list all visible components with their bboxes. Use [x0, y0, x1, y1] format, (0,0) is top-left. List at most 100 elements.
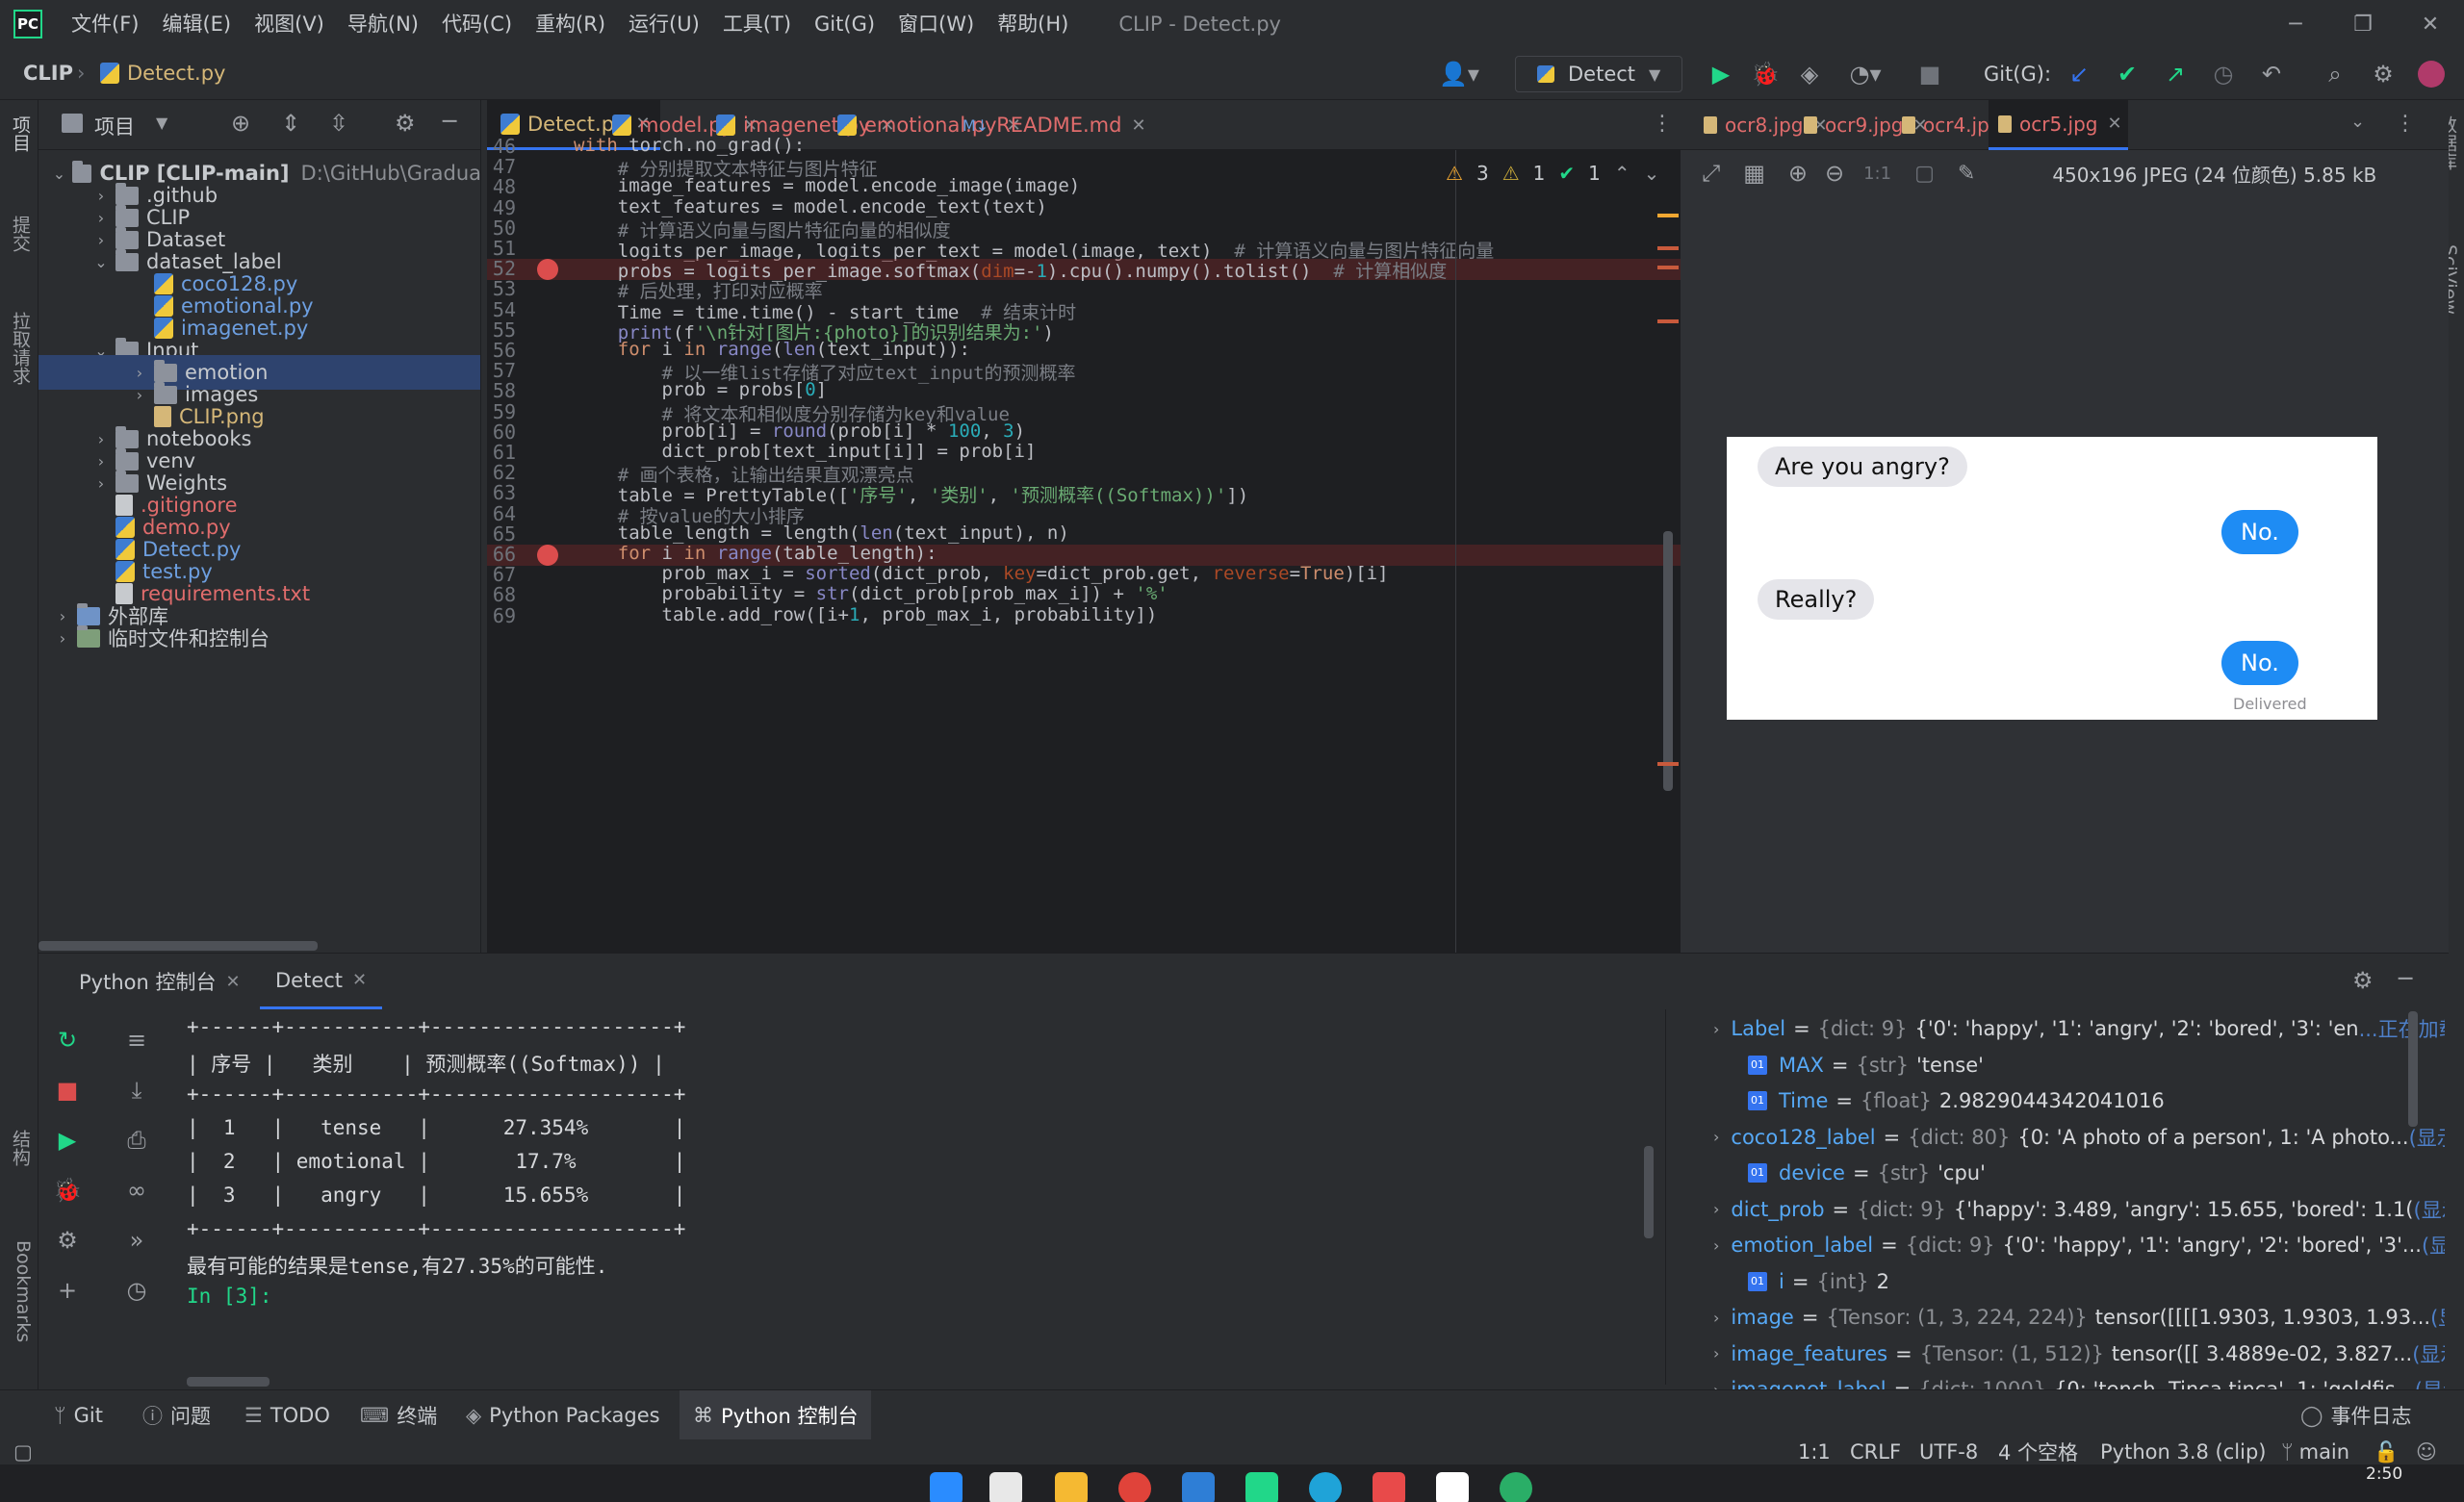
chevron-down-icon[interactable]: ⌄ [2350, 112, 2365, 132]
error-marker[interactable] [1657, 266, 1679, 269]
menu-item[interactable]: 编辑(E) [150, 0, 243, 48]
avatar[interactable] [2414, 56, 2449, 92]
error-marker[interactable] [1657, 246, 1679, 250]
run-config-selector[interactable]: Detect ▼ [1515, 56, 1682, 92]
vertical-scrollbar[interactable] [1663, 531, 1673, 791]
toggle-tool-windows-icon[interactable]: ▢ [13, 1439, 33, 1464]
close-tab-icon[interactable]: ✕ [352, 970, 367, 990]
user-icon[interactable]: 👤▾ [1430, 56, 1488, 92]
project-panel-title[interactable]: 项目 [94, 112, 135, 140]
background-icon[interactable]: ▢ [1914, 162, 1935, 186]
variable-show-link[interactable]: (显示) [2412, 1339, 2445, 1368]
breadcrumb-file[interactable]: Detect.py [96, 62, 225, 85]
pycharm-taskbar-icon[interactable] [1245, 1472, 1278, 1502]
tree-item[interactable]: › 临时文件和控制台 [38, 621, 480, 655]
variable-show-link[interactable]: (显示) [2430, 1303, 2445, 1332]
interpreter-selector[interactable]: Python 3.8 (clip) [2100, 1439, 2266, 1464]
git-commit-icon[interactable]: ✔ [2110, 56, 2144, 92]
zoom-in-icon[interactable]: ⊕ [1788, 160, 1808, 187]
rollback-icon[interactable]: ↶ [2254, 56, 2289, 92]
git-push-icon[interactable]: ↗ [2158, 56, 2193, 92]
app-icon-red[interactable] [1373, 1472, 1405, 1502]
pull-request-tool-tab[interactable]: 拉取请求 [5, 312, 34, 385]
breakpoint-icon[interactable] [537, 545, 558, 566]
variable-row[interactable]: 01 MAX = {str}'tense' [1713, 1048, 1984, 1082]
zoom-out-icon[interactable]: ⊖ [1825, 160, 1844, 187]
coverage-icon[interactable]: ◈ [1792, 56, 1827, 92]
hide-panel-icon[interactable]: ─ [443, 108, 456, 135]
python-console-tool-tab[interactable]: ⌘ Python 控制台 [680, 1390, 872, 1440]
panel-options-gear-icon[interactable]: ⚙ [395, 110, 416, 137]
close-icon[interactable]: ✕ [2397, 0, 2464, 48]
close-tab-icon[interactable]: ✕ [2107, 114, 2121, 134]
variable-row[interactable]: 01 i = {int} 2 [1713, 1264, 1889, 1299]
restore-icon[interactable]: ❐ [2329, 0, 2397, 48]
variable-row[interactable]: › Label = {dict: 9} {'0': 'happy', '1': 'a… [1713, 1011, 2445, 1046]
structure-tool-tab[interactable]: 结构 [5, 1130, 34, 1166]
console-settings-gear-icon[interactable]: ⚙ [2352, 967, 2374, 994]
run-icon[interactable]: ▶ [1704, 56, 1738, 92]
menu-item[interactable]: 视图(V) [243, 0, 336, 48]
variable-show-link[interactable]: ...正在加载... [2359, 1014, 2445, 1043]
error-marker[interactable] [1657, 319, 1679, 323]
horizontal-scrollbar[interactable] [38, 941, 318, 951]
typora-icon[interactable] [1436, 1472, 1469, 1502]
expand-arrow-icon[interactable]: › [1713, 1236, 1719, 1255]
git-update-icon[interactable]: ↙ [2062, 56, 2096, 92]
collapse-all-icon[interactable]: ⇳ [329, 110, 348, 137]
expand-arrow-icon[interactable]: › [1713, 1200, 1719, 1218]
file-explorer-icon[interactable] [1055, 1472, 1088, 1502]
menu-item[interactable]: 运行(U) [617, 0, 711, 48]
stop-icon[interactable]: ■ [1915, 56, 1944, 92]
image-tab[interactable]: ocr5.jpg ✕ [1989, 100, 2128, 150]
notifications-icon[interactable]: ☺ [2416, 1439, 2437, 1464]
fit-zoom-icon[interactable]: ⤢ [1702, 160, 1720, 187]
variable-row[interactable]: 01 Time = {float} 2.9829044342041016 [1713, 1083, 2165, 1118]
start-menu-icon[interactable] [930, 1472, 962, 1502]
variable-row[interactable]: 01 device = {str}'cpu' [1713, 1156, 1986, 1190]
debug-icon[interactable]: 🐞 [1748, 56, 1783, 92]
git-tool-tab[interactable]: ᛘ Git [54, 1390, 103, 1440]
variables-scrollbar[interactable] [2408, 1011, 2418, 1127]
locate-file-icon[interactable]: ⊕ [231, 110, 250, 137]
variable-show-link[interactable]: (显示) [2409, 1123, 2445, 1152]
event-log-tool-tab[interactable]: ◯ 事件日志 [2300, 1390, 2412, 1440]
menu-item[interactable]: 工具(T) [711, 0, 803, 48]
menu-item[interactable]: 帮助(H) [986, 0, 1080, 48]
editor-tab[interactable]: M↓ README.md ✕ [953, 100, 1156, 150]
profile-icon[interactable]: ◔▾ [1836, 56, 1894, 92]
console-tab[interactable]: Python 控制台 ✕ [64, 954, 256, 1009]
caret-position[interactable]: 1:1 [1798, 1439, 1831, 1464]
close-tab-icon[interactable]: ✕ [1131, 115, 1145, 136]
breadcrumb-project[interactable]: CLIP [23, 62, 73, 85]
prev-highlight-icon[interactable]: ⌃ [1614, 162, 1630, 185]
hide-panel-icon[interactable]: ─ [2399, 965, 2412, 992]
variable-row[interactable]: › dict_prob = {dict: 9} {'happy': 3.489, '… [1713, 1192, 2445, 1227]
variable-row[interactable]: › coco128_label = {dict: 80} {0: 'A photo … [1713, 1120, 2445, 1155]
chevron-down-icon[interactable]: ▼ [156, 114, 167, 132]
history-icon[interactable]: ◷ [2206, 56, 2241, 92]
project-tool-tab[interactable]: 项目 [5, 115, 34, 152]
settings-gear-icon[interactable]: ⚙ [2366, 56, 2400, 92]
variable-row[interactable]: › image = {Tensor: (1, 3, 224, 224)} tenso… [1713, 1300, 2445, 1335]
commit-tool-tab[interactable]: 提交 [5, 216, 34, 252]
variable-row[interactable]: › image_features = {Tensor: (1, 512)} tens… [1713, 1337, 2445, 1371]
todo-tool-tab[interactable]: ☰ TODO [244, 1390, 330, 1440]
expand-all-icon[interactable]: ⇕ [281, 110, 300, 137]
bookmarks-tool-tab[interactable]: Bookmarks [5, 1240, 34, 1342]
problems-tool-tab[interactable]: ⓘ 问题 [142, 1390, 211, 1440]
actual-size-icon[interactable]: 1:1 [1863, 164, 1891, 184]
expand-arrow-icon[interactable]: › [1713, 1020, 1719, 1038]
python-packages-tool-tab[interactable]: ◈ Python Packages [466, 1390, 660, 1440]
expand-arrow-icon[interactable]: › [1713, 1344, 1719, 1362]
next-highlight-icon[interactable]: ⌄ [1644, 162, 1660, 185]
vscode-icon[interactable] [1182, 1472, 1215, 1502]
terminal-tool-tab[interactable]: ⌨ 终端 [360, 1390, 437, 1440]
variable-row[interactable]: › emotion_label = {dict: 9} {'0': 'happy',… [1713, 1228, 2445, 1262]
menu-item[interactable]: 代码(C) [430, 0, 524, 48]
variable-show-link[interactable]: (显示) [2414, 1195, 2446, 1224]
minimize-icon[interactable]: ─ [2262, 0, 2329, 48]
expand-arrow-icon[interactable]: › [1713, 1128, 1719, 1146]
menu-item[interactable]: 窗口(W) [886, 0, 986, 48]
more-tabs-icon[interactable]: ⋮ [2395, 112, 2416, 136]
